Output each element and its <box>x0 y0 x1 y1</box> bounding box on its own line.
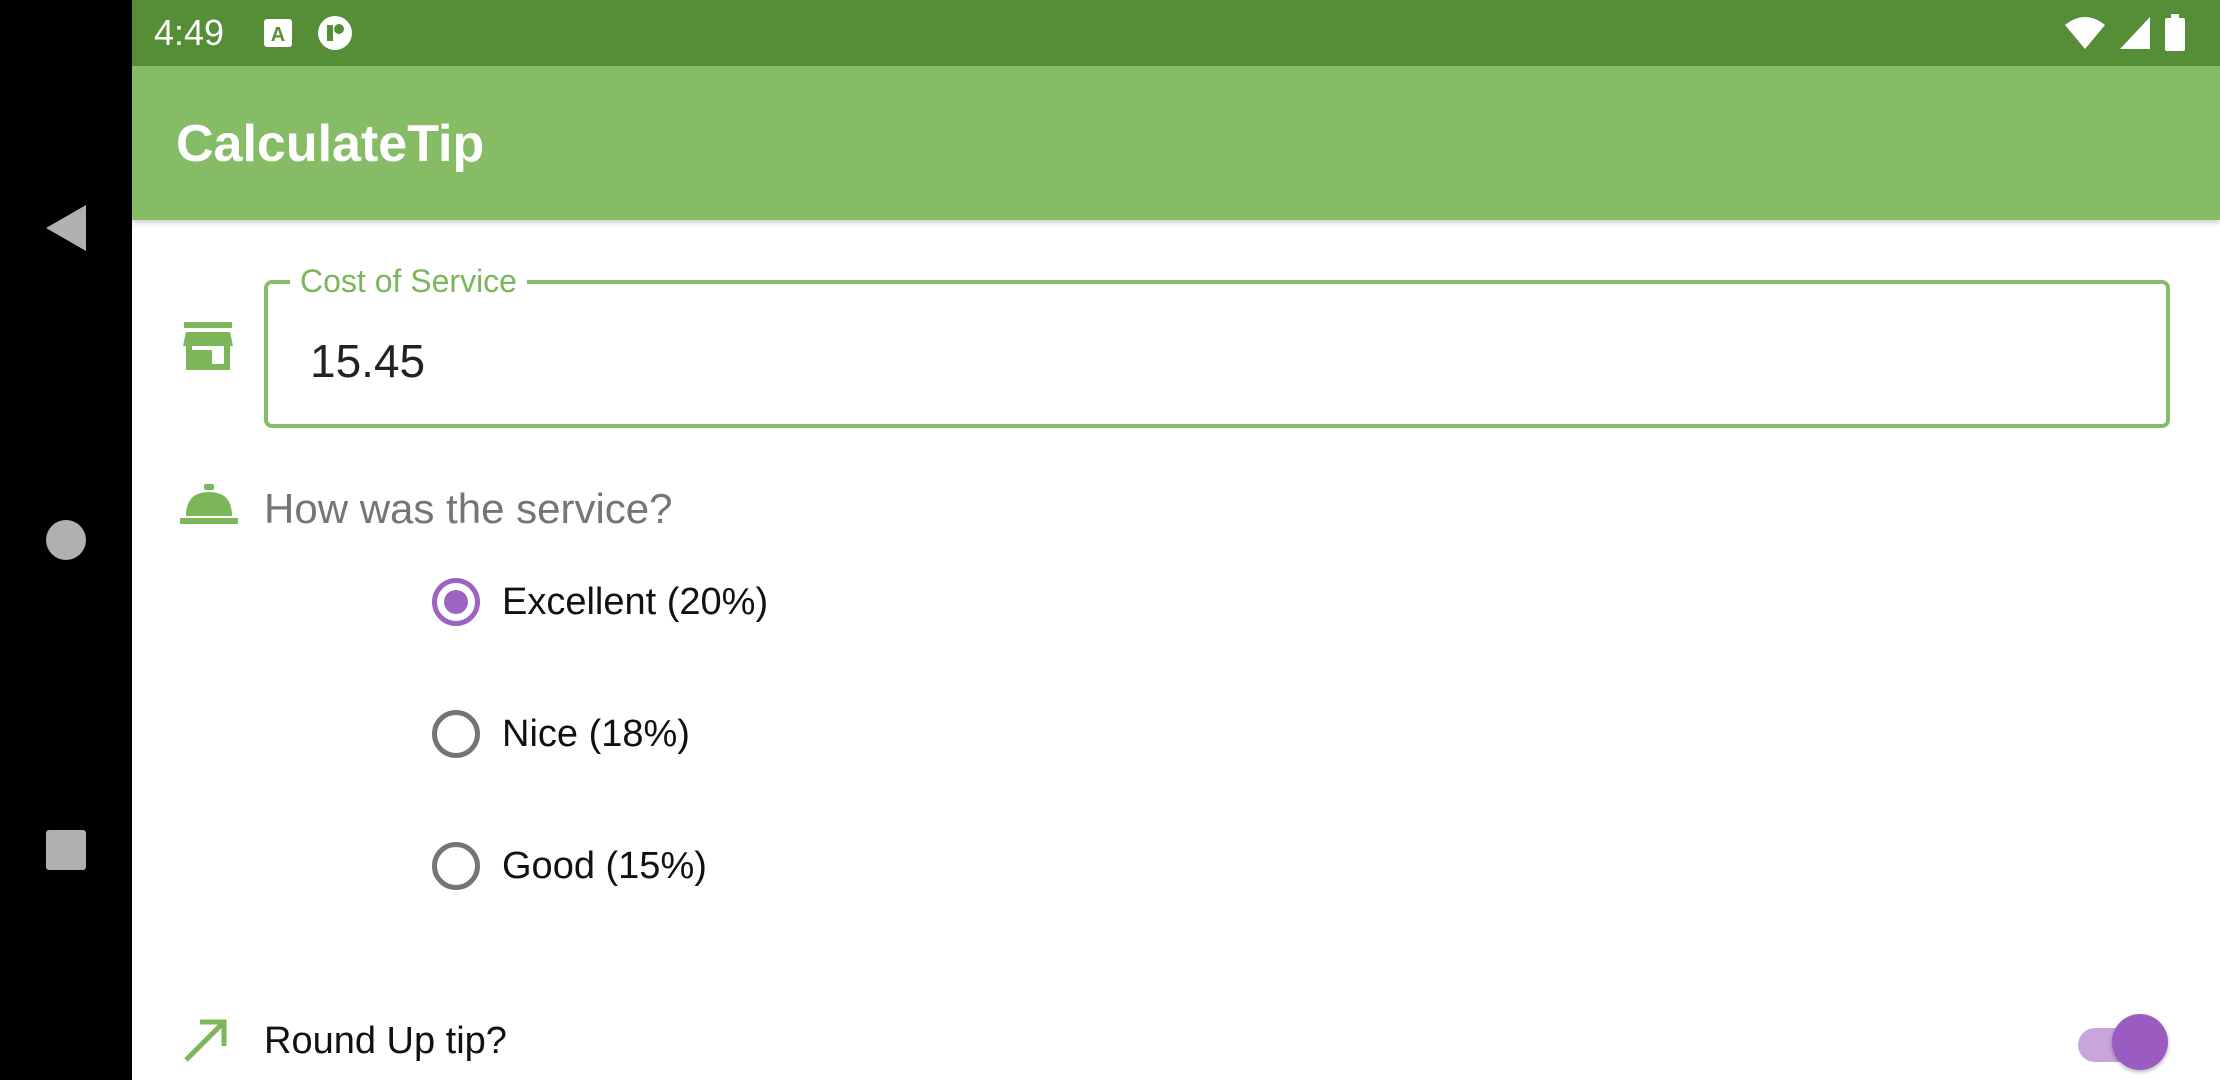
back-triangle-icon <box>46 205 86 251</box>
radio-label: Excellent (20%) <box>502 581 769 623</box>
app-bar: CalculateTip <box>132 66 2220 220</box>
home-button[interactable] <box>0 480 132 600</box>
device-screen: 4:49 A CalculateTip Cost of Service 15.4… <box>0 0 2220 1080</box>
cell-signal-icon <box>2120 17 2150 49</box>
status-bar: 4:49 A <box>132 0 2220 66</box>
radio-dot <box>444 590 468 614</box>
service-question: How was the service? <box>264 485 673 532</box>
room-service-bell-icon <box>180 484 238 524</box>
app-window: 4:49 A CalculateTip Cost of Service 15.4… <box>132 0 2220 1080</box>
accessibility-a-icon: A <box>264 19 292 47</box>
radio-label: Nice (18%) <box>502 713 690 755</box>
radio-option-excellent[interactable]: Excellent (20%) <box>432 562 768 642</box>
home-circle-icon <box>46 520 86 560</box>
switch-thumb[interactable] <box>2112 1014 2168 1070</box>
system-nav-bar <box>0 0 132 1080</box>
cost-of-service-input[interactable] <box>310 334 2110 388</box>
cost-of-service-label: Cost of Service <box>290 263 527 299</box>
tracker-app-icon <box>318 16 352 50</box>
recents-square-icon <box>46 830 86 870</box>
cost-of-service-field[interactable]: Cost of Service <box>264 263 2170 428</box>
svg-text:A: A <box>271 24 285 46</box>
radio-button-unchecked[interactable] <box>432 842 480 890</box>
radio-label: Good (15%) <box>502 845 707 887</box>
store-icon <box>183 322 233 370</box>
round-up-label: Round Up tip? <box>264 1020 507 1062</box>
radio-option-nice[interactable]: Nice (18%) <box>432 694 690 774</box>
radio-button-checked[interactable] <box>432 578 480 626</box>
battery-icon <box>2165 14 2185 51</box>
radio-button-unchecked[interactable] <box>432 710 480 758</box>
app-title: CalculateTip <box>176 115 485 173</box>
status-time: 4:49 <box>154 12 225 53</box>
wifi-icon <box>2065 17 2105 49</box>
back-button[interactable] <box>0 168 132 288</box>
radio-option-good[interactable]: Good (15%) <box>432 826 707 906</box>
recents-button[interactable] <box>0 790 132 910</box>
trending-arrow-icon <box>184 1019 227 1062</box>
round-up-switch[interactable] <box>2078 1012 2170 1070</box>
